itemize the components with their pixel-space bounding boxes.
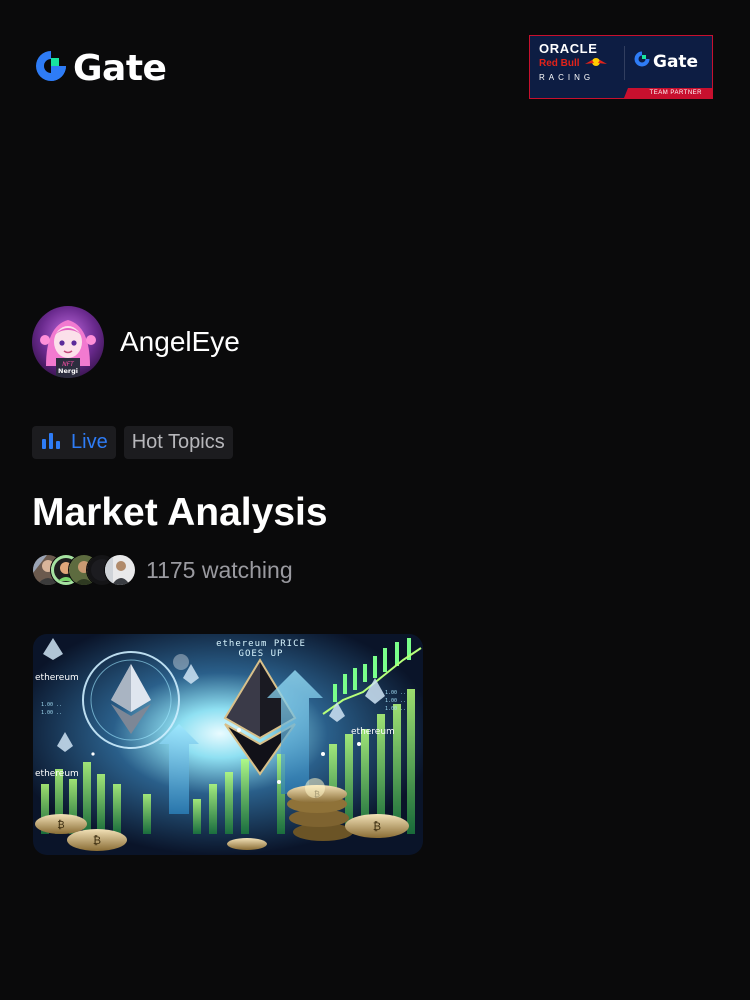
svg-text:ethereum: ethereum [35, 769, 79, 779]
oracle-wordmark: ORACLE [539, 41, 598, 56]
svg-text:₿: ₿ [373, 820, 381, 833]
redbull-bulls-icon [583, 57, 609, 71]
partner-gate-logo: Gate [633, 50, 698, 73]
svg-text:Nergi: Nergi [58, 367, 78, 375]
gate-logo-icon [633, 50, 651, 73]
watching-row: 1175 watching [32, 554, 293, 586]
watcher-avatar [104, 554, 136, 586]
team-partner-strip: TEAM PARTNER [530, 88, 712, 98]
svg-text:1.00 ..: 1.00 .. [41, 710, 62, 716]
avatar[interactable]: NFT Nergi [32, 306, 104, 378]
post-thumbnail[interactable]: ₿ ₿ ₿ ₿ ethereum PRICE GOES UP ethereum … [33, 634, 423, 855]
hot-topics-label: Hot Topics [131, 431, 225, 453]
racing-wordmark: RACING [539, 73, 595, 82]
svg-text:ethereum: ethereum [351, 727, 395, 737]
live-tag[interactable]: Live [32, 426, 116, 459]
bar-chart-icon [41, 431, 61, 455]
author-name[interactable]: AngelEye [120, 326, 240, 358]
svg-text:GOES UP: GOES UP [239, 649, 284, 659]
tags-row: Live Hot Topics [32, 426, 233, 459]
watching-count: 1175 watching [146, 557, 293, 583]
watcher-avatars [32, 554, 136, 586]
live-tag-label: Live [71, 431, 108, 453]
gate-logo-icon [33, 48, 69, 89]
svg-text:ethereum: ethereum [35, 673, 79, 683]
svg-text:1.00 ..: 1.00 .. [385, 706, 406, 712]
gate-logo-text: Gate [73, 47, 167, 89]
gate-logo[interactable]: Gate [33, 47, 167, 89]
page-title: Market Analysis [32, 491, 328, 534]
hot-topics-tag[interactable]: Hot Topics [123, 426, 233, 459]
team-partner-badge[interactable]: ORACLE Red Bull RACING Gate TEAM PARTNER [529, 35, 713, 99]
oracle-redbull-racing-logo: ORACLE Red Bull RACING [539, 42, 619, 83]
svg-text:1.00 ..: 1.00 .. [385, 690, 406, 696]
svg-text:1.00 ..: 1.00 .. [41, 702, 62, 708]
svg-text:1.00 ..: 1.00 .. [385, 698, 406, 704]
author-row[interactable]: NFT Nergi AngelEye [32, 306, 240, 378]
redbull-wordmark: Red Bull [539, 57, 619, 71]
svg-text:ethereum PRICE: ethereum PRICE [216, 639, 306, 649]
partner-divider [624, 46, 625, 80]
svg-text:₿: ₿ [57, 819, 64, 831]
svg-text:₿: ₿ [93, 834, 101, 847]
